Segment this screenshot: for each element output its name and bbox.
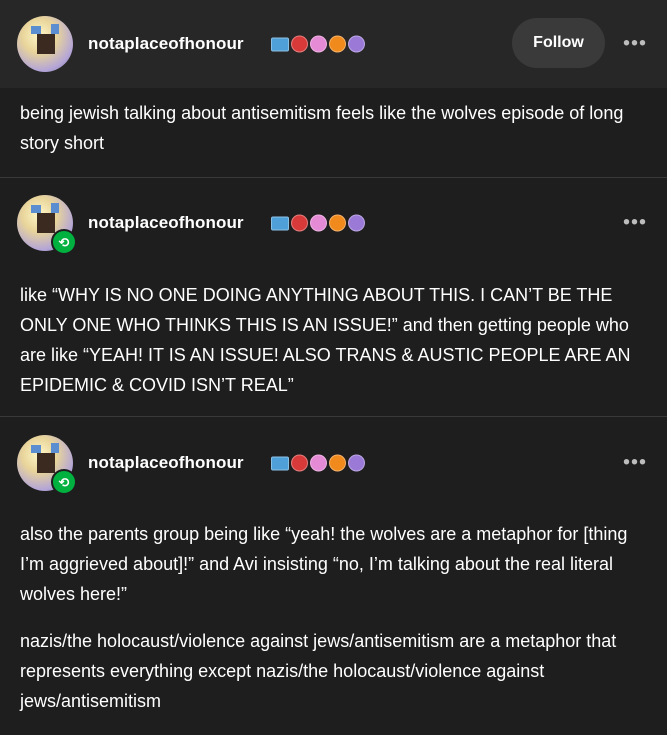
flag-badge-icon[interactable] bbox=[271, 37, 289, 51]
orange-badge-icon[interactable] bbox=[329, 214, 346, 232]
follow-button[interactable]: Follow bbox=[512, 18, 605, 68]
badge-list bbox=[271, 214, 365, 232]
purple-badge-icon[interactable] bbox=[348, 35, 365, 53]
reblog-author-row: ⟲ notaplaceofhonour ••• bbox=[0, 195, 667, 255]
reblog-entry: ⟲ notaplaceofhonour ••• also the parents… bbox=[0, 416, 667, 735]
more-options-icon[interactable]: ••• bbox=[623, 33, 647, 56]
reblog-icon: ⟲ bbox=[51, 469, 77, 495]
avatar[interactable]: ⟲ bbox=[17, 435, 77, 495]
avatar[interactable]: ⟲ bbox=[17, 195, 77, 255]
more-options-icon[interactable]: ••• bbox=[623, 452, 647, 475]
pink-badge-icon[interactable] bbox=[310, 454, 327, 472]
red-shield-badge-icon[interactable] bbox=[291, 214, 308, 232]
reblog-paragraph: also the parents group being like “yeah!… bbox=[20, 524, 628, 604]
username[interactable]: notaplaceofhonour bbox=[88, 34, 244, 54]
username[interactable]: notaplaceofhonour bbox=[88, 453, 244, 473]
more-options-icon[interactable]: ••• bbox=[623, 212, 647, 235]
reblog-paragraph: nazis/the holocaust/violence against jew… bbox=[20, 631, 617, 711]
badge-list bbox=[271, 35, 365, 53]
reblog-paragraph: like “WHY IS NO ONE DOING ANYTHING ABOUT… bbox=[20, 285, 631, 395]
username[interactable]: notaplaceofhonour bbox=[88, 213, 244, 233]
purple-badge-icon[interactable] bbox=[348, 214, 365, 232]
avatar[interactable] bbox=[17, 16, 73, 72]
original-post-body: being jewish talking about antisemitism … bbox=[0, 88, 667, 177]
reblog-icon: ⟲ bbox=[51, 229, 77, 255]
reblog-entry: ⟲ notaplaceofhonour ••• like “WHY IS NO … bbox=[0, 177, 667, 416]
pink-badge-icon[interactable] bbox=[310, 214, 327, 232]
reblog-text: also the parents group being like “yeah!… bbox=[20, 519, 649, 716]
pink-badge-icon[interactable] bbox=[310, 35, 327, 53]
orange-badge-icon[interactable] bbox=[329, 35, 346, 53]
post-header: notaplaceofhonour Follow ••• bbox=[0, 0, 667, 88]
reblog-author-row: ⟲ notaplaceofhonour ••• bbox=[0, 435, 667, 495]
red-shield-badge-icon[interactable] bbox=[291, 454, 308, 472]
red-shield-badge-icon[interactable] bbox=[291, 35, 308, 53]
badge-list bbox=[271, 454, 365, 472]
reblog-text: like “WHY IS NO ONE DOING ANYTHING ABOUT… bbox=[20, 280, 649, 400]
post-text: being jewish talking about antisemitism … bbox=[20, 103, 624, 153]
flag-badge-icon[interactable] bbox=[271, 216, 289, 230]
flag-badge-icon[interactable] bbox=[271, 456, 289, 470]
orange-badge-icon[interactable] bbox=[329, 454, 346, 472]
purple-badge-icon[interactable] bbox=[348, 454, 365, 472]
